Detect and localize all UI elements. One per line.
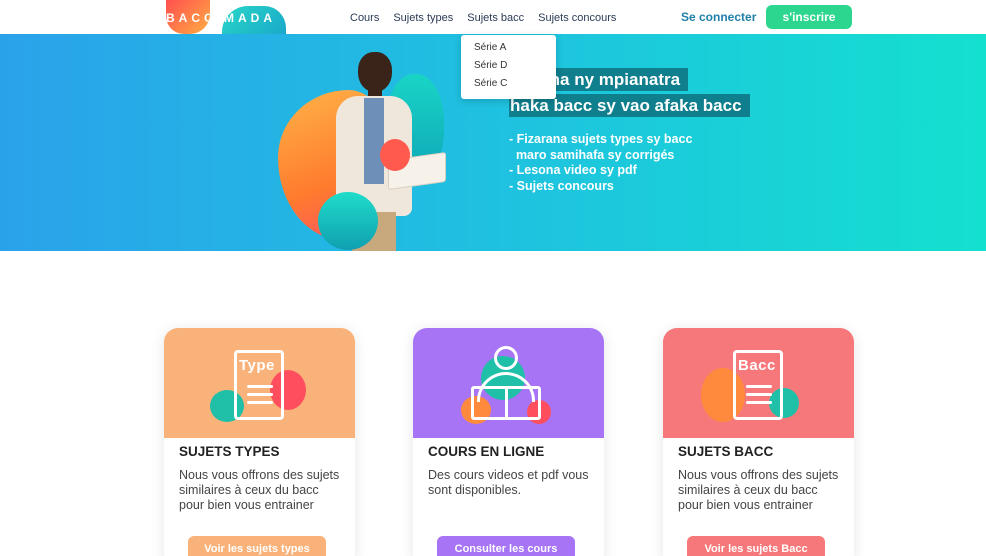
login-link[interactable]: Se connecter [681, 10, 756, 24]
hero-blob-red [380, 139, 410, 171]
sujets-bacc-dropdown: Série A Série D Série C [461, 35, 556, 99]
document-icon: Bacc [733, 350, 783, 420]
document-type-icon: Type [204, 342, 314, 432]
card-description: Des cours videos et pdf vous sont dispon… [428, 468, 589, 497]
hero-blob-teal-bottom [318, 192, 378, 250]
reader-icon [467, 346, 547, 424]
hero-features: - Fizarana sujets types sy bacc maro sam… [509, 132, 692, 194]
hero-feature-2: maro samihafa sy corrigés [509, 147, 675, 162]
document-bacc-icon: Bacc [701, 342, 813, 432]
doc-line [746, 401, 772, 404]
document-icon-label: Bacc [738, 357, 776, 374]
student-head [358, 52, 392, 92]
card-sujets-types: Type SUJETS TYPES Nous vous offrons des … [164, 328, 355, 556]
view-sujets-bacc-button[interactable]: Voir les sujets Bacc [687, 536, 825, 556]
document-icon: Type [234, 350, 284, 420]
consult-courses-button[interactable]: Consulter les cours [437, 536, 575, 556]
hero-feature-1: - Fizarana sujets types sy bacc [509, 132, 693, 146]
nav-link-sujets-bacc[interactable]: Sujets bacc [467, 12, 524, 24]
card-header: Type [164, 328, 355, 438]
logo[interactable]: BACC MADA [166, 0, 290, 34]
nav-link-sujets-types[interactable]: Sujets types [393, 12, 453, 24]
reader-head [494, 346, 518, 370]
card-description: Nous vous offrons des sujets similaires … [678, 468, 839, 512]
view-sujets-types-button[interactable]: Voir les sujets types [188, 536, 326, 556]
nav-links: Cours Sujets types Sujets bacc Sujets co… [350, 12, 616, 24]
dropdown-item-serie-a[interactable]: Série A [461, 42, 556, 60]
card-header [413, 328, 604, 438]
doc-line [746, 393, 772, 396]
doc-line [746, 385, 772, 388]
signup-button[interactable]: s'inscrire [766, 5, 852, 29]
nav-link-cours[interactable]: Cours [350, 12, 379, 24]
reading-student-icon [453, 342, 563, 432]
hero-feature-3: - Lesona video sy pdf [509, 163, 637, 177]
nav-link-sujets-concours[interactable]: Sujets concours [538, 12, 616, 24]
logo-text: BACC MADA [166, 11, 276, 25]
card-title: SUJETS BACC [678, 444, 774, 459]
doc-line [247, 393, 273, 396]
student-shirt [364, 98, 384, 184]
dropdown-item-serie-c[interactable]: Série C [461, 78, 556, 96]
navbar: BACC MADA Cours Sujets types Sujets bacc… [0, 0, 986, 34]
document-icon-label: Type [239, 357, 275, 374]
card-title: SUJETS TYPES [179, 444, 280, 459]
doc-line [247, 401, 273, 404]
card-cours-en-ligne: COURS EN LIGNE Des cours videos et pdf v… [413, 328, 604, 556]
reader-book [471, 386, 541, 420]
card-description: Nous vous offrons des sujets similaires … [179, 468, 340, 512]
dropdown-item-serie-d[interactable]: Série D [461, 60, 556, 78]
card-sujets-bacc: Bacc SUJETS BACC Nous vous offrons des s… [663, 328, 854, 556]
card-title: COURS EN LIGNE [428, 444, 545, 459]
hero-feature-4: - Sujets concours [509, 178, 614, 193]
doc-line [247, 385, 273, 388]
card-header: Bacc [663, 328, 854, 438]
